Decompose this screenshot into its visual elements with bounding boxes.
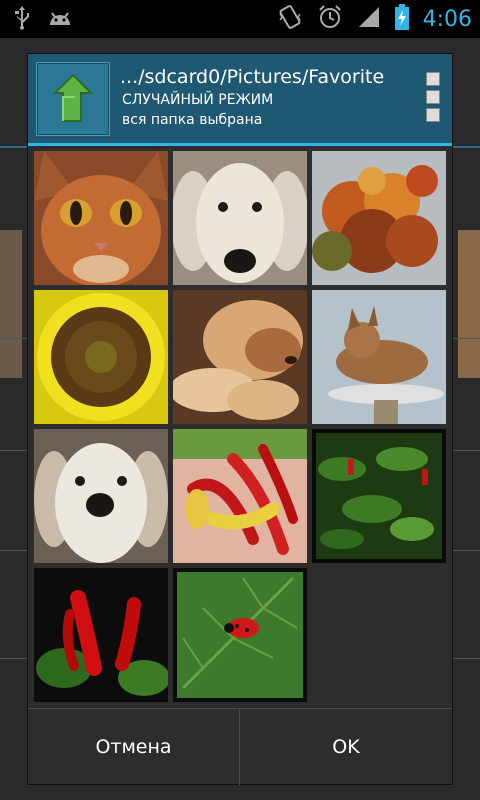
autumn-leaves-photo[interactable] — [312, 151, 446, 285]
alarm-icon — [317, 4, 343, 34]
menu-checkbox[interactable] — [426, 72, 440, 86]
image-grid — [34, 151, 446, 702]
white-dog-photo[interactable] — [173, 151, 307, 285]
red-peppers-photo[interactable] — [34, 568, 168, 702]
usb-icon — [14, 6, 30, 34]
sunflower-photo[interactable] — [34, 290, 168, 424]
dialog-footer: Отмена OK — [28, 708, 452, 785]
dialog-header: .../sdcard0/Pictures/Favorite СЛУЧАЙНЫЙ … — [28, 54, 452, 146]
signal-icon — [357, 5, 381, 33]
image-picker-dialog: .../sdcard0/Pictures/Favorite СЛУЧАЙНЫЙ … — [28, 54, 452, 785]
status-bar: 4:06 — [0, 0, 480, 38]
chili-peppers-hand-photo[interactable] — [173, 429, 307, 563]
mode-label: СЛУЧАЙНЫЙ РЕЖИМ — [122, 92, 274, 108]
background-thumbnail-left — [0, 230, 22, 378]
vibrate-icon — [277, 4, 303, 34]
battery-charging-icon — [394, 4, 409, 34]
background-thumbnail-right — [458, 230, 480, 378]
up-arrow-icon — [52, 73, 94, 122]
ladybug-leaf-photo[interactable] — [173, 568, 307, 702]
sleeping-dog-photo[interactable] — [173, 290, 307, 424]
menu-checkbox[interactable] — [426, 108, 440, 122]
clock: 4:06 — [422, 6, 472, 32]
folder-path: .../sdcard0/Pictures/Favorite — [120, 66, 385, 88]
cat-on-post-photo[interactable] — [312, 290, 446, 424]
dog-closeup-photo[interactable] — [34, 429, 168, 563]
cat-face-photo[interactable] — [34, 151, 168, 285]
menu-checkbox[interactable] — [426, 90, 440, 104]
ok-button[interactable]: OK — [240, 709, 452, 785]
cancel-button[interactable]: Отмена — [28, 709, 240, 785]
folder-up-button[interactable] — [36, 62, 110, 136]
selection-status: вся папка выбрана — [122, 112, 263, 128]
android-icon — [46, 7, 74, 33]
chili-plant-photo[interactable] — [312, 429, 446, 563]
